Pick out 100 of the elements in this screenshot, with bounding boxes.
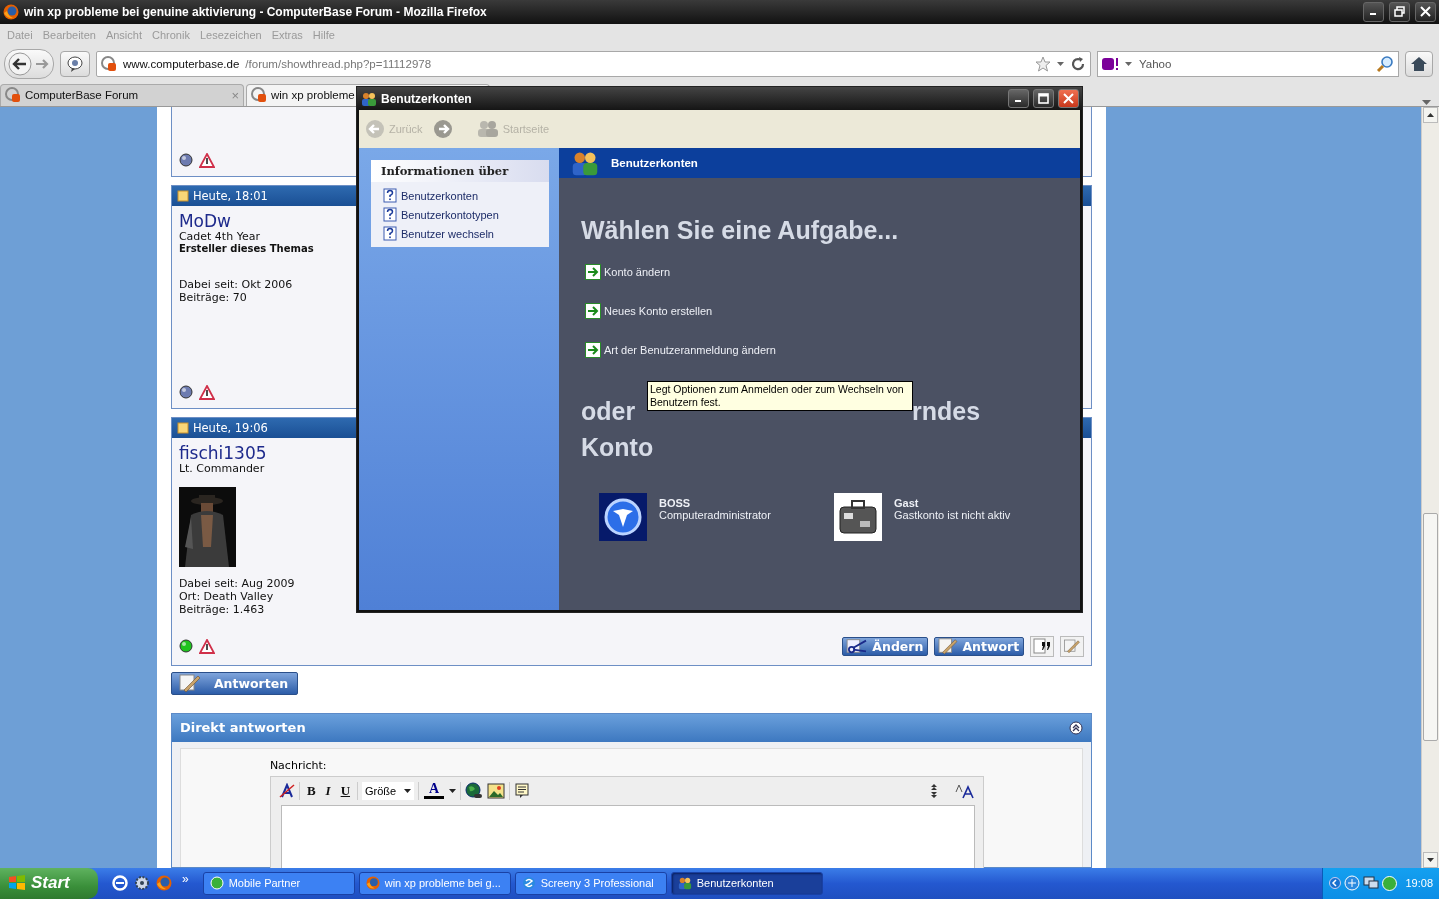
heading: Wählen Sie eine Aufgabe... — [581, 216, 900, 245]
logo-tile-icon — [599, 493, 647, 541]
pen-icon — [1063, 638, 1082, 655]
network-icon[interactable] — [1344, 875, 1360, 892]
restore-icon — [1394, 6, 1405, 18]
home-icon — [1410, 55, 1428, 72]
dropdown-caret-icon — [404, 788, 411, 793]
close-button[interactable] — [1058, 89, 1079, 108]
reply-button[interactable]: Antworten — [170, 671, 298, 695]
message-label: Nachricht: — [269, 758, 327, 772]
comment-icon[interactable] — [514, 782, 530, 799]
panel-title: Informationen über — [371, 160, 549, 182]
users-icon — [361, 90, 377, 107]
account-tile[interactable]: BOSS Computeradministrator — [599, 493, 771, 541]
maximize-icon — [1038, 93, 1049, 104]
star-icon[interactable] — [1035, 55, 1051, 72]
scrollbar[interactable] — [1421, 106, 1439, 868]
pen-icon — [937, 637, 960, 656]
restore-button[interactable] — [1389, 2, 1410, 22]
monitor-icon[interactable] — [1363, 875, 1379, 892]
font-size-icon[interactable] — [954, 782, 975, 799]
user-detail: Beiträge: 1.463 — [178, 602, 266, 616]
task-link[interactable]: Konto ändern — [581, 259, 1060, 285]
browser-tab[interactable]: ComputerBase Forum × — [0, 83, 244, 106]
username-link[interactable]: MoDw — [178, 211, 351, 230]
windows-flag-icon — [8, 875, 26, 892]
address-bar[interactable]: www.computerbase.de /forum/showthread.php?p=11112978 — [96, 50, 1091, 77]
username-link[interactable]: fischi1305 — [178, 443, 351, 462]
minimize-button[interactable] — [1008, 89, 1029, 108]
maximize-button[interactable] — [1033, 89, 1054, 108]
italic-button[interactable]: I — [322, 782, 334, 799]
speech-bubble-icon — [65, 54, 85, 73]
heading: Konto — [581, 432, 655, 463]
feedback-button[interactable] — [60, 50, 90, 77]
font-size-dropdown[interactable]: Größe — [362, 781, 414, 800]
underline-button[interactable]: U — [337, 782, 353, 799]
help-link[interactable]: Benutzerkontotypen — [401, 208, 499, 221]
section-title: Benutzerkonten — [611, 157, 698, 169]
gear-icon[interactable] — [134, 875, 150, 892]
reload-icon[interactable] — [1070, 55, 1086, 72]
user-detail: Dabei seit: Okt 2006 — [178, 277, 294, 291]
close-icon — [1063, 93, 1074, 104]
message-input[interactable] — [280, 804, 975, 868]
firefox-icon — [156, 875, 172, 892]
users-icon — [677, 876, 692, 891]
home-button[interactable] — [1405, 50, 1433, 77]
site-icon — [251, 87, 267, 104]
status-dot-icon — [178, 639, 193, 654]
remove-format-icon[interactable] — [278, 782, 295, 799]
site-icon — [5, 87, 21, 104]
status-dot-icon — [178, 385, 193, 400]
search-field[interactable]: Yahoo — [1137, 56, 1371, 71]
taskbar-button[interactable]: Benutzerkonten — [670, 872, 823, 895]
back-forward-button[interactable] — [4, 48, 54, 79]
help-link[interactable]: Benutzer wechseln — [401, 227, 494, 240]
overflow-chevron[interactable]: » — [182, 872, 189, 886]
font-color-button[interactable]: A — [423, 782, 445, 800]
help-icon — [383, 188, 397, 203]
task-link[interactable]: Art der Benutzeranmeldung ändern — [581, 337, 1060, 363]
warning-icon — [198, 638, 215, 654]
search-bar[interactable]: Yahoo — [1097, 50, 1399, 77]
firefox-icon — [3, 4, 19, 20]
post-date: Heute, 19:06 — [192, 420, 268, 435]
reply-button[interactable]: Antwort — [934, 636, 1025, 656]
globe-icon[interactable] — [465, 781, 483, 800]
arrow-icon — [585, 264, 601, 280]
multiquote-button[interactable] — [1060, 635, 1085, 657]
post-date: Heute, 18:01 — [192, 188, 268, 203]
status-icon[interactable] — [1382, 876, 1397, 891]
edit-button[interactable]: Ändern — [842, 636, 929, 656]
user-detail: Beiträge: 70 — [178, 290, 248, 304]
site-icon — [101, 55, 117, 72]
scroll-down-icon — [1427, 858, 1434, 862]
minimize-button[interactable] — [1363, 2, 1384, 22]
tray-expand-icon[interactable] — [1329, 877, 1341, 890]
image-icon[interactable] — [487, 782, 505, 799]
clock: 19:08 — [1405, 877, 1433, 890]
taskbar-button[interactable]: Mobile Partner — [202, 872, 355, 895]
warning-icon — [198, 152, 215, 168]
tab-list-caret-icon[interactable] — [1422, 99, 1431, 106]
close-button[interactable] — [1415, 2, 1436, 22]
dropdown-caret-icon[interactable] — [449, 788, 456, 793]
task-link[interactable]: Neues Konto erstellen — [581, 298, 1060, 324]
user-rank: Cadet 4th Year — [178, 229, 261, 243]
help-link[interactable]: Benutzerkonten — [401, 189, 479, 202]
search-icon[interactable] — [1376, 54, 1394, 73]
taskbar-button[interactable]: win xp probleme bei g... — [358, 872, 511, 895]
collapse-icon[interactable] — [1069, 720, 1084, 735]
close-icon — [1420, 6, 1431, 18]
user-rank: Lt. Commander — [178, 461, 266, 475]
document-icon — [176, 189, 189, 202]
quote-button[interactable] — [1030, 635, 1055, 657]
start-button[interactable]: Start — [0, 868, 98, 899]
status-dot-icon — [178, 153, 193, 168]
tooltip: Legt Optionen zum Anmelden oder zum Wechseln von Benutzern fest. — [647, 381, 913, 411]
heading: oder — [581, 396, 636, 427]
taskbar-button[interactable]: Screeny 3 Professional — [514, 872, 667, 895]
bold-button[interactable]: B — [303, 782, 319, 799]
heading: rndes — [912, 396, 981, 427]
help-icon — [383, 226, 397, 241]
